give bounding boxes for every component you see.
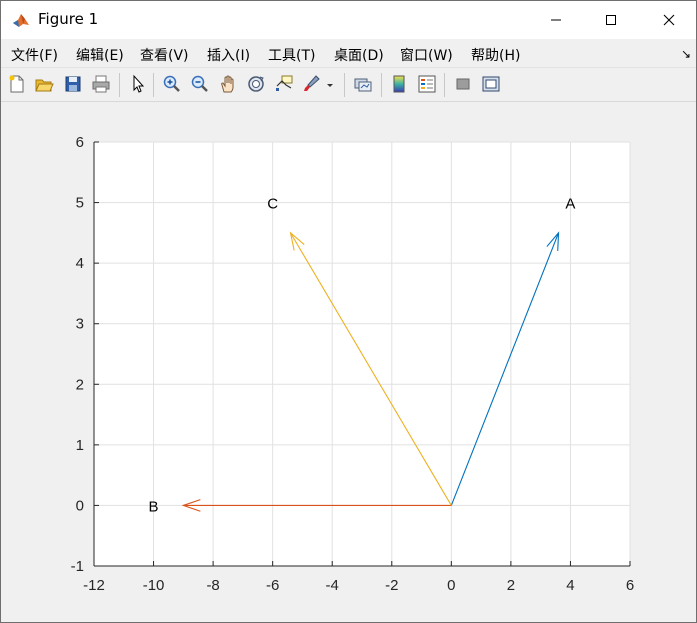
annotation-label: C (267, 196, 278, 213)
pan-hand-icon[interactable] (218, 74, 238, 94)
menu-window[interactable]: 窗口(W) (400, 45, 453, 65)
y-tick-label: -1 (71, 558, 84, 575)
quiver-plot[interactable]: -12 -10 -8 -6 -4 -2 0 2 4 6 -10123456 ABC (1, 102, 696, 622)
y-tick-labels: -1 0 1 2 3 4 5 6 (71, 134, 84, 575)
y-tick-label: 1 (76, 437, 84, 454)
toolbar-separator (153, 73, 154, 97)
insert-colorbar-icon[interactable] (389, 74, 409, 94)
hide-plot-tools-icon[interactable] (453, 74, 473, 94)
new-figure-icon[interactable] (7, 74, 27, 94)
toolbar-separator (444, 73, 445, 97)
close-icon (663, 14, 675, 26)
dock-arrow-icon[interactable]: ↘ (681, 47, 691, 61)
menu-help[interactable]: 帮助(H) (471, 45, 520, 65)
menu-tools[interactable]: 工具(T) (268, 45, 315, 65)
menu-bar: 文件(F) 编辑(E) 查看(V) 插入(I) 工具(T) 桌面(D) 窗口(W… (1, 40, 696, 68)
y-tick-label: 3 (76, 316, 84, 333)
annotation-label: A (565, 196, 575, 213)
select-pointer-icon[interactable] (128, 74, 148, 94)
menu-insert[interactable]: 插入(I) (207, 45, 250, 65)
brush-icon[interactable] (301, 74, 321, 94)
print-icon[interactable] (91, 74, 111, 94)
toolbar-separator (344, 73, 345, 97)
minimize-icon (551, 19, 561, 21)
annotation-label: B (149, 498, 159, 515)
x-tick-label: -2 (385, 577, 398, 594)
x-tick-label: -4 (326, 577, 339, 594)
menu-file[interactable]: 文件(F) (11, 45, 58, 65)
y-tick-label: 6 (76, 134, 84, 151)
close-button[interactable] (646, 1, 692, 39)
x-tick-label: 2 (507, 577, 515, 594)
show-plot-tools-icon[interactable] (481, 74, 501, 94)
y-tick-label: 4 (76, 255, 84, 272)
matlab-logo-icon (12, 11, 30, 29)
x-tick-labels: -12 -10 -8 -6 -4 -2 0 2 4 6 (83, 577, 634, 594)
zoom-in-icon[interactable] (162, 74, 182, 94)
menu-edit[interactable]: 编辑(E) (76, 45, 124, 65)
figure-canvas: -12 -10 -8 -6 -4 -2 0 2 4 6 -1 0 1 2 3 4 5 6 ABC (1, 102, 696, 622)
x-tick-label: 4 (566, 577, 574, 594)
x-tick-label: -6 (266, 577, 279, 594)
x-tick-label: -10 (143, 577, 165, 594)
x-tick-label: 6 (626, 577, 634, 594)
window-title: Figure 1 (38, 10, 99, 28)
maximize-icon (606, 15, 616, 25)
figure-window: Figure 1 文件(F) 编辑(E) 查看(V) 插入(I) 工具(T) 桌… (0, 0, 697, 623)
y-tick-label: 2 (76, 376, 84, 393)
toolbar-separator (381, 73, 382, 97)
x-tick-label: 0 (447, 577, 455, 594)
rotate-3d-icon[interactable] (246, 74, 266, 94)
save-icon[interactable] (63, 74, 83, 94)
brush-dropdown-icon[interactable] (324, 74, 336, 94)
maximize-button[interactable] (588, 1, 634, 39)
link-plot-icon[interactable] (353, 74, 373, 94)
y-tick-label: 0 (76, 497, 84, 514)
open-file-icon[interactable] (34, 74, 54, 94)
zoom-out-icon[interactable] (190, 74, 210, 94)
figure-toolbar (1, 68, 696, 102)
toolbar-separator (119, 73, 120, 97)
insert-legend-icon[interactable] (417, 74, 437, 94)
data-cursor-icon[interactable] (274, 74, 294, 94)
title-bar[interactable]: Figure 1 (1, 1, 696, 39)
menu-view[interactable]: 查看(V) (140, 45, 189, 65)
x-tick-label: -12 (83, 577, 105, 594)
y-tick-label: 5 (76, 195, 84, 212)
menu-desktop[interactable]: 桌面(D) (334, 45, 384, 65)
x-tick-label: -8 (206, 577, 219, 594)
minimize-button[interactable] (533, 1, 579, 39)
